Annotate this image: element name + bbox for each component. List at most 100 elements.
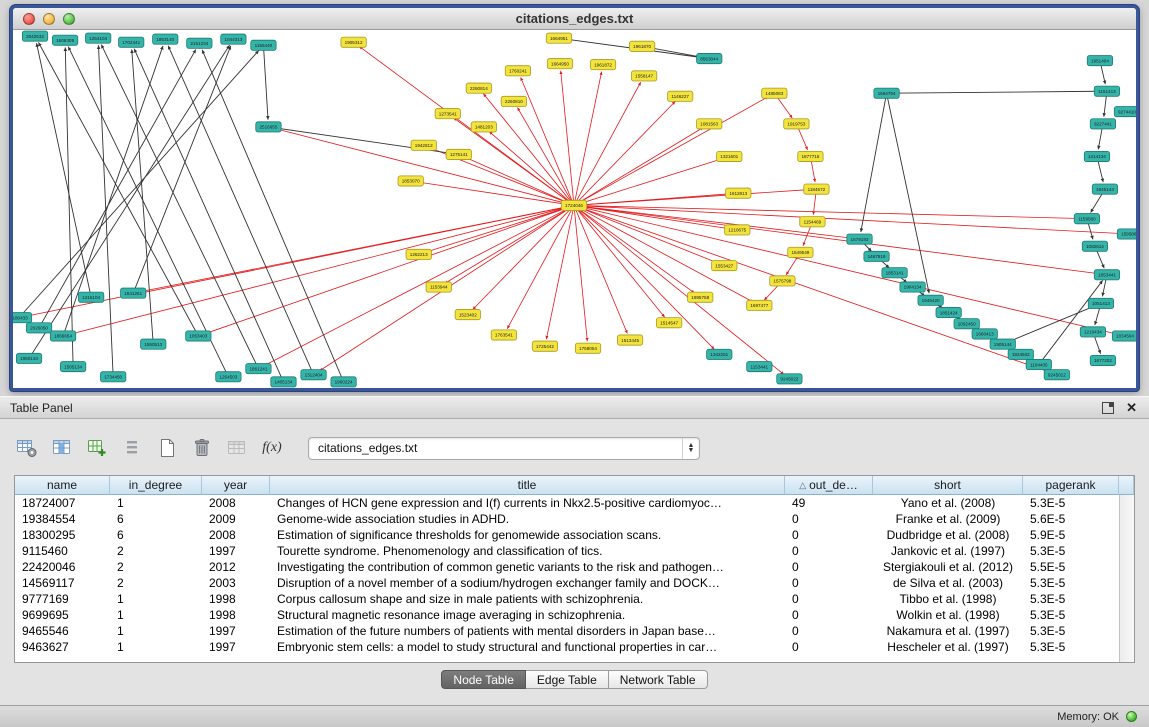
delete-table-icon[interactable] [189, 435, 215, 461]
graph-node[interactable]: 1155440 [251, 40, 276, 50]
graph-node[interactable]: 9227441 [1090, 119, 1115, 129]
graph-edge[interactable] [19, 51, 259, 318]
tab-network-table[interactable]: Network Table [609, 670, 708, 689]
table-cell[interactable]: 5.6E-5 [1023, 511, 1119, 527]
show-columns-icon[interactable] [49, 435, 75, 461]
graph-node[interactable]: 8563044 [697, 53, 722, 63]
graph-node[interactable]: 1942812 [411, 140, 436, 150]
graph-node[interactable]: 1154469 [800, 217, 825, 227]
float-panel-icon[interactable] [1102, 402, 1114, 414]
graph-node[interactable]: 1905312 [341, 37, 366, 47]
table-cell[interactable]: 5.9E-5 [1023, 527, 1119, 543]
graph-edge[interactable] [887, 91, 1100, 93]
table-cell[interactable]: 9777169 [15, 591, 110, 607]
table-cell[interactable]: 5.3E-5 [1023, 623, 1119, 639]
graph-edge[interactable] [265, 205, 574, 365]
tab-node-table[interactable]: Node Table [441, 670, 526, 689]
graph-edge[interactable] [574, 205, 714, 349]
graph-node[interactable]: 1679193 [847, 234, 872, 244]
graph-edge[interactable] [29, 45, 230, 358]
table-cell[interactable]: 18300295 [15, 527, 110, 543]
table-row[interactable]: 1938455462009Genome-wide association stu… [15, 511, 1119, 527]
table-row[interactable]: 977716911998Corpus callosum shape and si… [15, 591, 1119, 607]
table-cell[interactable]: Hescheler et al. (1997) [873, 639, 1023, 655]
table-cell[interactable]: 1998 [202, 607, 270, 623]
table-cell[interactable]: 5.3E-5 [1023, 639, 1119, 655]
graph-node[interactable]: 1763541 [491, 330, 516, 340]
graph-node[interactable]: 1724046 [561, 200, 586, 210]
graph-node[interactable]: 1146227 [668, 91, 693, 101]
graph-edge[interactable] [574, 72, 602, 206]
graph-edge[interactable] [39, 49, 196, 327]
table-row[interactable]: 2242004622012Investigating the contribut… [15, 559, 1119, 575]
table-cell[interactable]: 2 [110, 559, 202, 575]
table-cell[interactable]: 1997 [202, 623, 270, 639]
graph-edge[interactable] [574, 205, 1100, 273]
graph-edge[interactable] [37, 43, 92, 297]
table-cell[interactable]: 0 [785, 591, 873, 607]
graph-edge[interactable] [70, 205, 574, 334]
graph-node[interactable]: 1853141 [882, 268, 907, 278]
graph-node[interactable]: 1853140 [153, 34, 178, 44]
table-cell[interactable]: 1 [110, 591, 202, 607]
graph-node[interactable]: 1612813 [726, 188, 751, 198]
column-header-in-degree[interactable]: in_degree [110, 476, 202, 495]
graph-node[interactable]: 1853441 [1094, 270, 1119, 280]
graph-edge[interactable] [133, 46, 231, 293]
graph-edge[interactable] [574, 205, 753, 302]
graph-node[interactable]: 1961870 [629, 41, 654, 51]
new-table-icon[interactable] [154, 435, 180, 461]
table-cell[interactable]: 1998 [202, 591, 270, 607]
table-cell[interactable]: Genome-wide association studies in ADHD. [270, 511, 785, 527]
table-cell[interactable]: 5.3E-5 [1023, 591, 1119, 607]
graph-node[interactable]: 1092450 [954, 319, 979, 329]
graph-node[interactable]: 2026050 [26, 323, 51, 333]
table-cell[interactable]: 5.3E-5 [1023, 543, 1119, 559]
table-row[interactable]: 1456911722003Disruption of a novel membe… [15, 575, 1119, 591]
table-cell[interactable]: 2008 [202, 495, 270, 511]
graph-node[interactable]: 1264503 [216, 372, 241, 382]
graph-node[interactable]: 1082614 [1082, 241, 1107, 251]
table-vertical-scrollbar[interactable] [1119, 495, 1134, 662]
graph-node[interactable]: 1606308 [52, 35, 77, 45]
graph-edge[interactable] [574, 205, 784, 374]
table-cell[interactable]: 1 [110, 495, 202, 511]
table-cell[interactable]: 0 [785, 511, 873, 527]
graph-node[interactable]: 2260810 [501, 96, 526, 106]
graph-node[interactable]: 1034504 [1112, 331, 1136, 341]
table-cell[interactable]: 0 [785, 607, 873, 623]
graph-node[interactable]: 1664794 [874, 88, 899, 98]
table-cell[interactable]: 1 [110, 623, 202, 639]
graph-edge[interactable] [574, 205, 1050, 372]
graph-edge[interactable] [168, 46, 313, 375]
function-builder-icon[interactable]: f(x) [259, 435, 285, 461]
table-cell[interactable]: 2008 [202, 527, 270, 543]
zoom-window-icon[interactable] [63, 13, 75, 25]
graph-node[interactable]: 1275141 [446, 149, 471, 159]
table-cell[interactable]: 9463627 [15, 639, 110, 655]
graph-node[interactable]: 1481203 [471, 122, 496, 132]
graph-node[interactable]: 1553427 [712, 261, 737, 271]
graph-node[interactable]: 1414134 [1084, 151, 1109, 161]
graph-node[interactable]: 9274410 [1114, 106, 1136, 116]
graph-node[interactable]: 1919753 [784, 119, 809, 129]
graph-node[interactable]: 1505134 [60, 361, 85, 371]
table-cell[interactable]: 0 [785, 575, 873, 591]
graph-edge[interactable] [546, 205, 574, 339]
column-header-year[interactable]: year [202, 476, 270, 495]
graph-node[interactable]: 1961872 [590, 60, 615, 70]
graph-node[interactable]: 1725442 [532, 341, 557, 351]
graph-node[interactable]: 1216104 [78, 292, 103, 302]
graph-node[interactable]: 1950134 [16, 353, 41, 363]
graph-node[interactable]: 1081563 [697, 119, 722, 129]
table-select-combobox[interactable]: citations_edges.txt ▲▼ [308, 437, 700, 460]
graph-node[interactable]: 1960224 [331, 377, 356, 387]
table-row[interactable]: 946554611997Estimation of the future num… [15, 623, 1119, 639]
graph-node[interactable]: 1734450 [101, 372, 126, 382]
table-cell[interactable]: Structural magnetic resonance image aver… [270, 607, 785, 623]
graph-node[interactable]: 1904134 [900, 282, 925, 292]
graph-node[interactable]: 1590513 [141, 339, 166, 349]
table-cell[interactable]: 9115460 [15, 543, 110, 559]
graph-node[interactable]: 1153441 [747, 361, 772, 371]
table-row[interactable]: 946362711997Embryonic stem cells: a mode… [15, 639, 1119, 655]
